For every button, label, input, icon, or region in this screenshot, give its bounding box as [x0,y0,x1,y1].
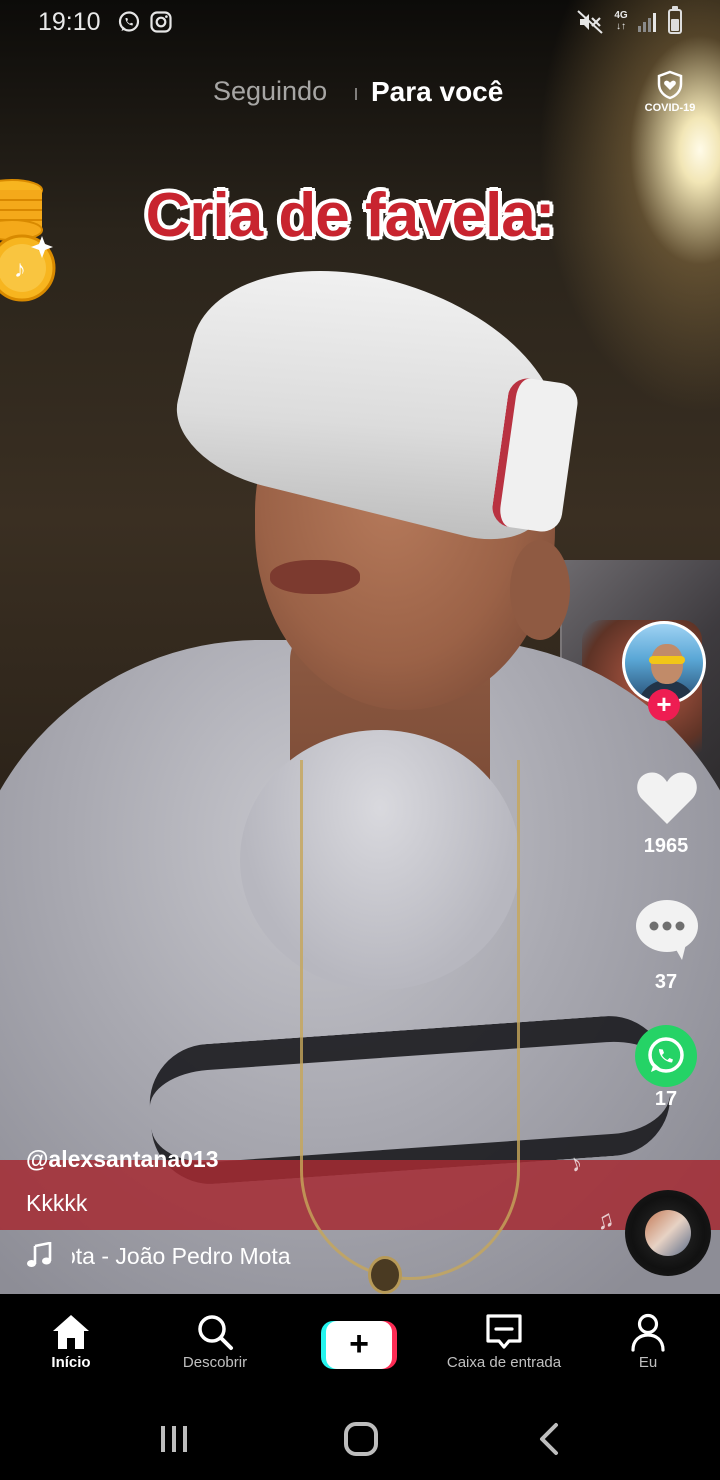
status-time: 19:10 [38,8,101,36]
music-note-icon [27,1242,52,1267]
comment-count: 37 [654,971,678,993]
video-subject-ear [510,540,570,640]
nav-profile-label: Eu [638,1354,658,1371]
mute-icon [577,10,603,34]
author-username[interactable]: @alexsantana013 [26,1146,219,1173]
inbox-icon [486,1314,522,1349]
video-subject-chain [300,760,520,1280]
video-subject-mouth [270,560,360,594]
like-count: 1965 [643,835,689,857]
battery-icon [668,9,682,34]
recent-apps-icon[interactable] [158,1424,190,1454]
home-button-icon[interactable] [344,1422,378,1456]
tab-divider [355,88,357,100]
covid-label: COVID-19 [644,102,696,114]
system-nav-bar [0,1404,720,1480]
nav-inbox-label: Caixa de entrada [446,1354,562,1371]
shield-heart-icon [657,70,683,100]
plus-icon: + [326,1321,392,1369]
nav-discover[interactable]: Descobrir [145,1310,285,1371]
feed-tabs: Seguindo Para você [0,72,720,116]
nav-inbox[interactable]: Caixa de entrada [434,1310,574,1371]
bottom-nav: Início Descobrir + Caixa de entrada Eu [0,1294,720,1404]
search-icon [198,1315,233,1350]
heart-icon[interactable] [634,764,700,830]
video-overlay-text: Cria de favela: [145,181,556,250]
whatsapp-share-icon[interactable] [634,1024,698,1088]
sound-title-marquee: ota - João Pedro Mota [72,1240,352,1270]
instagram-icon [150,11,172,33]
status-bar: 19:10 4G ↓↑ [0,0,720,46]
nav-profile[interactable]: Eu [578,1310,718,1371]
nav-home[interactable]: Início [1,1310,141,1371]
create-video-button[interactable]: + [321,1321,397,1369]
covid-info-button[interactable]: COVID-19 [640,70,700,120]
sound-cover-art [645,1210,691,1256]
share-count: 17 [654,1088,678,1110]
signal-icon [638,13,656,32]
tab-for-you[interactable]: Para você [371,76,503,108]
nav-home-label: Início [51,1354,91,1371]
back-icon[interactable] [536,1422,562,1456]
sound-info[interactable]: ota - João Pedro Mota [26,1240,356,1270]
sound-title: ota - João Pedro Mota [72,1243,291,1269]
svg-text:♪: ♪ [14,256,26,283]
coin-reward-icon[interactable]: ♪ [0,176,60,306]
network-type: 4G ↓↑ [614,10,628,32]
tab-following[interactable]: Seguindo [213,76,327,107]
profile-icon [631,1313,665,1352]
sound-disc[interactable] [625,1190,711,1276]
nav-discover-label: Descobrir [182,1354,248,1371]
whatsapp-icon [118,11,140,32]
comment-icon[interactable] [634,896,700,962]
video-caption: Kkkkk [26,1190,88,1216]
follow-button[interactable]: + [648,689,680,721]
home-icon [53,1315,89,1349]
video-subject-pendant [368,1256,402,1294]
